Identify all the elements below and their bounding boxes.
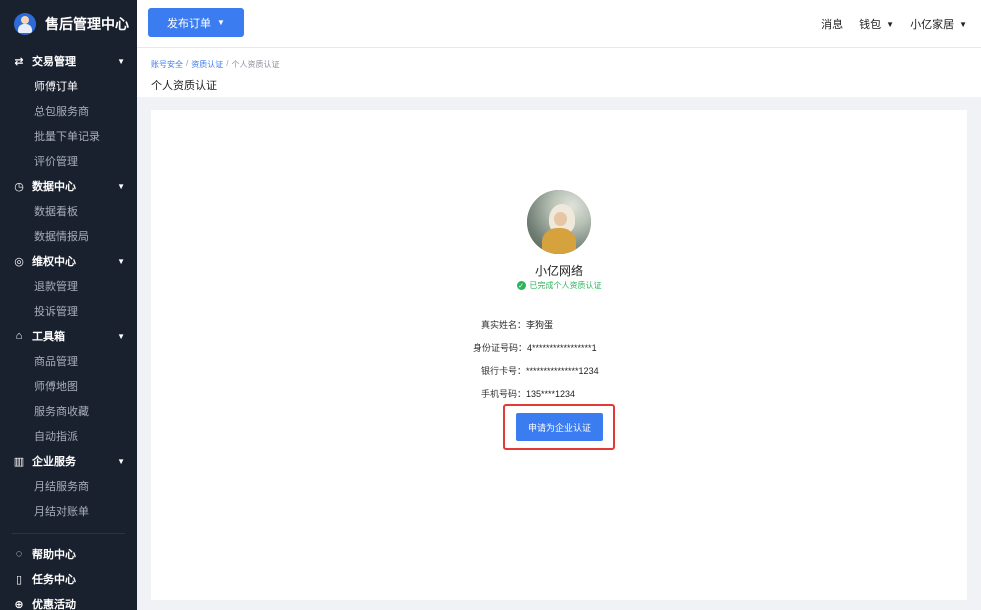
verified-text: 已完成个人资质认证 xyxy=(529,281,602,290)
sidebar: 售后管理中心 ⇄ 交易管理 ▼ 师傅订单 总包服务商 批量下单记录 评价管理 ◷… xyxy=(0,0,137,610)
check-circle-icon: ✓ xyxy=(516,281,526,290)
nav-group-label: 帮助中心 xyxy=(32,549,76,561)
caret-down-icon: ▼ xyxy=(217,18,225,27)
gift-icon: ⊕ xyxy=(14,598,24,610)
field-value: ***************1234 xyxy=(526,366,599,376)
nav-group-toolbox[interactable]: ⌂ 工具箱 ▼ xyxy=(0,324,137,348)
breadcrumb-qualification[interactable]: 资质认证 xyxy=(191,59,223,70)
help-icon: ◌ xyxy=(15,548,23,560)
caret-down-icon: ▼ xyxy=(117,456,125,466)
caret-down-icon: ▼ xyxy=(117,256,125,266)
sidebar-item-favorites[interactable]: 服务商收藏 xyxy=(0,398,137,423)
verified-status: ✓ 已完成个人资质认证 xyxy=(151,280,967,291)
caret-down-icon: ▼ xyxy=(117,331,125,341)
field-label: 身份证号码： xyxy=(473,343,528,353)
clock-icon: ◷ xyxy=(14,180,24,193)
caret-down-icon: ▼ xyxy=(117,181,125,191)
avatar xyxy=(527,190,591,254)
nav-group-data[interactable]: ◷ 数据中心 ▼ xyxy=(0,174,137,198)
sidebar-item-batch-orders[interactable]: 批量下单记录 xyxy=(0,123,137,148)
sidebar-item-reviews[interactable]: 评价管理 xyxy=(0,148,137,173)
sidebar-item-master-map[interactable]: 师傅地图 xyxy=(0,373,137,398)
field-value: 4*****************1 xyxy=(527,343,597,353)
breadcrumb: 账号安全 / 资质认证 / 个人资质认证 xyxy=(151,59,981,70)
sidebar-item-refunds[interactable]: 退款管理 xyxy=(0,273,137,298)
sidebar-item-monthly-statements[interactable]: 月结对账单 xyxy=(0,498,137,523)
swap-icon: ⇄ xyxy=(14,55,24,68)
field-label: 手机号码： xyxy=(481,389,527,399)
breadcrumb-current: 个人资质认证 xyxy=(231,60,280,69)
top-right-menu: 消息 钱包 ▼ 小亿家居 ▼ xyxy=(805,0,967,48)
wallet-label: 钱包 xyxy=(859,19,882,31)
sidebar-item-complaints[interactable]: 投诉管理 xyxy=(0,298,137,323)
publish-order-button[interactable]: 发布订单 ▼ xyxy=(148,8,244,37)
wallet-menu[interactable]: 钱包 ▼ xyxy=(859,16,894,32)
sidebar-item-data-intel[interactable]: 数据情报局 xyxy=(0,223,137,248)
field-real-name: 真实姓名：李狗蛋 xyxy=(481,318,553,331)
shield-check-icon: ◎ xyxy=(14,255,24,268)
field-value: 135****1234 xyxy=(526,389,576,399)
content-card: 小亿网络 ✓ 已完成个人资质认证 真实姓名：李狗蛋 身份证号码：4*******… xyxy=(151,110,967,600)
sidebar-item-monthly-providers[interactable]: 月结服务商 xyxy=(0,473,137,498)
nav-group-label: 数据中心 xyxy=(32,181,76,193)
caret-down-icon: ▼ xyxy=(959,19,967,29)
user-name: 小亿家居 xyxy=(910,19,955,31)
field-label: 银行卡号： xyxy=(481,366,527,376)
sidebar-item-dashboard[interactable]: 数据看板 xyxy=(0,198,137,223)
nav-group-label: 工具箱 xyxy=(32,331,65,343)
sidebar-item-products[interactable]: 商品管理 xyxy=(0,348,137,373)
nav-group-label: 交易管理 xyxy=(32,56,76,68)
user-menu[interactable]: 小亿家居 ▼ xyxy=(910,16,967,32)
nav-group-enterprise[interactable]: ▥ 企业服务 ▼ xyxy=(0,449,137,473)
task-icon: ▯ xyxy=(15,573,23,586)
sidebar-item-general-contractor[interactable]: 总包服务商 xyxy=(0,98,137,123)
nav-group-rights[interactable]: ◎ 维权中心 ▼ xyxy=(0,249,137,273)
field-value: 李狗蛋 xyxy=(526,320,554,330)
page-header: 账号安全 / 资质认证 / 个人资质认证 个人资质认证 xyxy=(137,48,981,97)
nav-group-label: 任务中心 xyxy=(32,574,76,586)
nav-group-label: 维权中心 xyxy=(32,256,76,268)
top-bar: 发布订单 ▼ 消息 钱包 ▼ 小亿家居 ▼ xyxy=(137,0,981,48)
breadcrumb-separator: / xyxy=(226,59,229,68)
breadcrumb-account-security[interactable]: 账号安全 xyxy=(151,59,183,70)
nav-group-label: 企业服务 xyxy=(32,456,76,468)
logo-icon xyxy=(14,13,36,35)
enterprise-icon: ▥ xyxy=(13,455,25,468)
app-title: 售后管理中心 xyxy=(45,16,129,32)
publish-order-label: 发布订单 xyxy=(167,17,212,30)
nav-help-center[interactable]: ◌ 帮助中心 xyxy=(0,542,137,566)
field-id-number: 身份证号码：4*****************1 xyxy=(473,341,597,354)
nav-promotions[interactable]: ⊕ 优惠活动 xyxy=(0,592,137,610)
messages-link[interactable]: 消息 xyxy=(821,16,843,32)
nav-task-center[interactable]: ▯ 任务中心 xyxy=(0,567,137,591)
field-phone: 手机号码：135****1234 xyxy=(481,387,575,400)
field-bank-card: 银行卡号：***************1234 xyxy=(481,364,599,377)
breadcrumb-separator: / xyxy=(186,59,189,68)
toolbox-icon: ⌂ xyxy=(15,330,23,342)
page-title: 个人资质认证 xyxy=(151,80,217,92)
caret-down-icon: ▼ xyxy=(886,19,895,29)
nav-group-trade[interactable]: ⇄ 交易管理 ▼ xyxy=(0,49,137,73)
sidebar-divider xyxy=(12,533,125,534)
app-logo[interactable]: 售后管理中心 xyxy=(0,0,137,48)
caret-down-icon: ▼ xyxy=(117,56,125,66)
field-label: 真实姓名： xyxy=(481,320,527,330)
apply-enterprise-button[interactable]: 申请为企业认证 xyxy=(516,413,603,441)
sidebar-item-auto-assign[interactable]: 自动指派 xyxy=(0,423,137,448)
sidebar-item-master-orders[interactable]: 师傅订单 xyxy=(0,73,137,98)
profile-name: 小亿网络 xyxy=(534,264,583,278)
nav-group-label: 优惠活动 xyxy=(32,599,76,610)
